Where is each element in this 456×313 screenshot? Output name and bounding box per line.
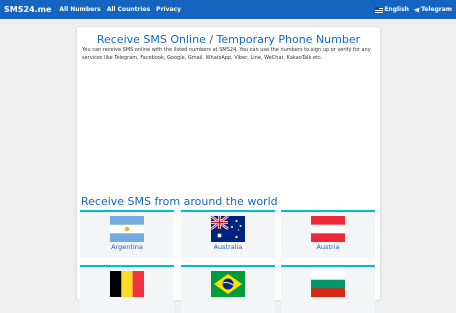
us-flag-icon [375,6,384,13]
country-name: Australia [213,243,243,251]
language-label: English [384,6,409,13]
top-navbar: SMS24.me All Numbers All Countries Priva… [0,0,456,19]
country-card-brazil[interactable] [181,265,275,313]
bulgaria-flag-icon [311,271,345,297]
brazil-flag-icon [211,271,245,297]
country-name: Austria [316,243,340,251]
country-card-australia[interactable]: Australia [181,210,275,258]
nav-all-numbers[interactable]: All Numbers [59,6,100,13]
country-card-argentina[interactable]: Argentina [80,210,174,258]
nav-right-group: English Telegram [375,6,452,13]
nav-privacy[interactable]: Privacy [156,6,181,13]
country-card-belgium[interactable] [80,265,174,313]
page-description: You can receive SMS online with the list… [82,47,371,61]
main-panel: Receive SMS Online / Temporary Phone Num… [77,27,380,313]
brand-logo[interactable]: SMS24.me [4,5,51,14]
page-title: Receive SMS Online / Temporary Phone Num… [96,33,361,46]
telegram-label: Telegram [420,6,452,13]
country-card-bulgaria[interactable] [281,265,375,313]
section-title: Receive SMS from around the world [81,195,278,208]
country-name: Argentina [111,243,143,251]
telegram-icon [413,7,420,12]
language-selector[interactable]: English [375,6,409,13]
country-card-austria[interactable]: Austria [281,210,375,258]
belgium-flag-icon [110,271,144,297]
australia-flag-icon [211,216,245,242]
nav-all-countries[interactable]: All Countries [107,6,150,13]
austria-flag-icon [311,216,345,242]
telegram-link[interactable]: Telegram [413,6,452,13]
argentina-flag-icon [110,216,144,242]
